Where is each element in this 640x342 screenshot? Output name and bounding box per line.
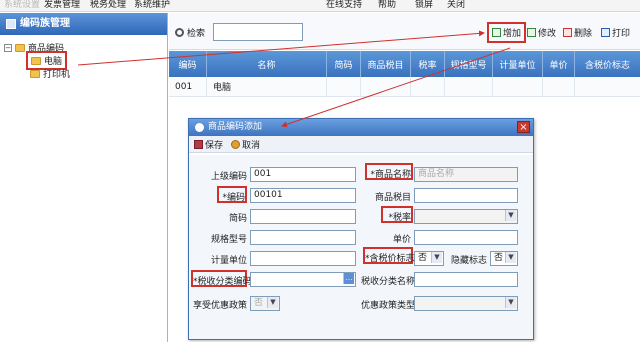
table-cell bbox=[493, 77, 543, 96]
tree-node-label: 打印机 bbox=[43, 70, 71, 80]
table-cell bbox=[361, 77, 411, 96]
chevron-down-icon[interactable]: ▼ bbox=[505, 252, 516, 263]
column-header[interactable]: 计量单位 bbox=[493, 51, 543, 77]
column-header[interactable]: 编码 bbox=[169, 51, 207, 77]
menu-bar: 系统设置 发票管理 税务处理 系统维护 在线支持 帮助 锁屏 关闭 bbox=[0, 0, 640, 12]
table-cell bbox=[411, 77, 445, 96]
policy-type-label: 优惠政策类型 bbox=[361, 301, 416, 311]
column-header[interactable]: 名称 bbox=[207, 51, 327, 77]
chevron-down-icon[interactable]: ▼ bbox=[505, 297, 516, 308]
printer-icon bbox=[601, 28, 610, 37]
tax-class-name-field[interactable] bbox=[414, 272, 518, 287]
tax-class-name-label: 税收分类名称 bbox=[361, 277, 416, 287]
add-icon bbox=[492, 28, 501, 37]
print-button[interactable]: 打印 bbox=[601, 26, 630, 39]
code-label: *编码 bbox=[222, 193, 245, 203]
product-code-table: 编码 名称 简码 商品税目 税率 规格型号 计量单位 单价 含税价标志 001 … bbox=[169, 51, 640, 97]
column-header[interactable]: 含税价标志 bbox=[575, 51, 640, 77]
collapse-icon[interactable]: − bbox=[4, 43, 12, 52]
main-toolbar: 检索 增加 修改 删除 打印 bbox=[169, 13, 640, 50]
dialog-form: 上级编码 001 *商品名称 商品名称 *编码 00101 商品税目 简码 *税… bbox=[189, 155, 533, 339]
tax-rate-select[interactable] bbox=[414, 209, 518, 224]
menu-item[interactable]: 系统设置 bbox=[4, 0, 40, 11]
table-cell bbox=[575, 77, 640, 96]
search-input[interactable] bbox=[213, 23, 303, 41]
save-button[interactable]: 保存 bbox=[194, 138, 223, 151]
column-header[interactable]: 税率 bbox=[411, 51, 445, 77]
table-cell: 001 bbox=[169, 77, 207, 96]
add-button[interactable]: 增加 bbox=[487, 22, 527, 43]
tax-included-label: *含税价标志 bbox=[365, 254, 415, 264]
hidden-flag-label: 隐藏标志 bbox=[450, 256, 487, 266]
menu-item[interactable]: 锁屏 bbox=[415, 0, 433, 11]
browse-icon[interactable]: … bbox=[343, 273, 354, 284]
column-header[interactable]: 规格型号 bbox=[445, 51, 493, 77]
table-cell: 电脑 bbox=[207, 77, 327, 96]
dialog-toolbar: 保存 取消 bbox=[189, 136, 533, 153]
short-code-label: 简码 bbox=[228, 214, 247, 224]
chevron-down-icon[interactable]: ▼ bbox=[267, 297, 278, 308]
left-panel-title: 编码族管理 bbox=[20, 18, 70, 29]
dialog-title: 商品编码添加 bbox=[208, 122, 263, 132]
cancel-button[interactable]: 取消 bbox=[231, 138, 260, 151]
menu-item[interactable]: 帮助 bbox=[378, 0, 396, 11]
parent-code-label: 上级编码 bbox=[210, 172, 247, 182]
code-field[interactable]: 00101 bbox=[250, 188, 356, 203]
table-row[interactable]: 001 电脑 bbox=[169, 77, 640, 97]
unit-label: 计量单位 bbox=[210, 256, 247, 266]
preferential-label: 享受优惠政策 bbox=[193, 301, 248, 311]
cancel-icon bbox=[231, 139, 241, 149]
tree-node-label: 电脑 bbox=[44, 57, 63, 67]
unit-field[interactable] bbox=[250, 251, 356, 266]
chevron-down-icon[interactable]: ▼ bbox=[505, 210, 516, 221]
menu-item[interactable]: 发票管理 bbox=[44, 0, 80, 11]
folder-icon bbox=[30, 69, 40, 78]
product-name-label: *商品名称 bbox=[370, 170, 411, 180]
column-header[interactable]: 简码 bbox=[327, 51, 361, 77]
spec-model-label: 规格型号 bbox=[210, 235, 247, 245]
spec-model-field[interactable] bbox=[250, 230, 356, 245]
chevron-down-icon[interactable]: ▼ bbox=[431, 252, 442, 263]
unit-price-field[interactable] bbox=[414, 230, 518, 245]
folder-icon bbox=[15, 43, 25, 52]
column-header[interactable]: 单价 bbox=[543, 51, 575, 77]
search-label: 检索 bbox=[175, 26, 205, 39]
panel-icon bbox=[6, 19, 16, 29]
tree-node-printer[interactable]: 打印机 bbox=[30, 67, 70, 80]
search-icon bbox=[175, 28, 184, 37]
product-name-field[interactable]: 商品名称 bbox=[414, 167, 518, 182]
tax-class-code-label: *税收分类编码 bbox=[193, 277, 252, 287]
dialog-titlebar[interactable]: 商品编码添加 × bbox=[189, 119, 533, 136]
left-panel-header: 编码族管理 bbox=[0, 13, 167, 35]
save-icon bbox=[194, 139, 203, 149]
add-product-code-dialog: 商品编码添加 × 保存 取消 上级编码 001 *商品名称 商品名称 *编码 0… bbox=[188, 118, 534, 340]
table-cell bbox=[543, 77, 575, 96]
table-cell bbox=[445, 77, 493, 96]
tax-class-code-field[interactable] bbox=[250, 272, 356, 287]
parent-code-field[interactable]: 001 bbox=[250, 167, 356, 182]
menu-item[interactable]: 在线支持 bbox=[326, 0, 362, 11]
folder-icon bbox=[31, 56, 41, 65]
tax-rate-label: *税率 bbox=[388, 213, 411, 223]
table-header: 编码 名称 简码 商品税目 税率 规格型号 计量单位 单价 含税价标志 bbox=[169, 51, 640, 77]
delete-button[interactable]: 删除 bbox=[563, 26, 592, 39]
left-panel: 编码族管理 − 商品编码 电脑 打印机 bbox=[0, 13, 168, 342]
edit-icon bbox=[527, 28, 536, 37]
close-icon[interactable]: × bbox=[517, 121, 530, 133]
dialog-icon bbox=[195, 123, 204, 132]
unit-price-label: 单价 bbox=[392, 235, 411, 245]
menu-item[interactable]: 系统维护 bbox=[134, 0, 170, 11]
column-header[interactable]: 商品税目 bbox=[361, 51, 411, 77]
menu-item[interactable]: 税务处理 bbox=[90, 0, 126, 11]
tax-item-label: 商品税目 bbox=[374, 193, 411, 203]
tax-item-field[interactable] bbox=[414, 188, 518, 203]
policy-type-select[interactable] bbox=[414, 296, 518, 311]
trash-icon bbox=[563, 28, 572, 37]
edit-button[interactable]: 修改 bbox=[527, 26, 556, 39]
menu-item[interactable]: 关闭 bbox=[447, 0, 465, 11]
table-cell bbox=[327, 77, 361, 96]
short-code-field[interactable] bbox=[250, 209, 356, 224]
